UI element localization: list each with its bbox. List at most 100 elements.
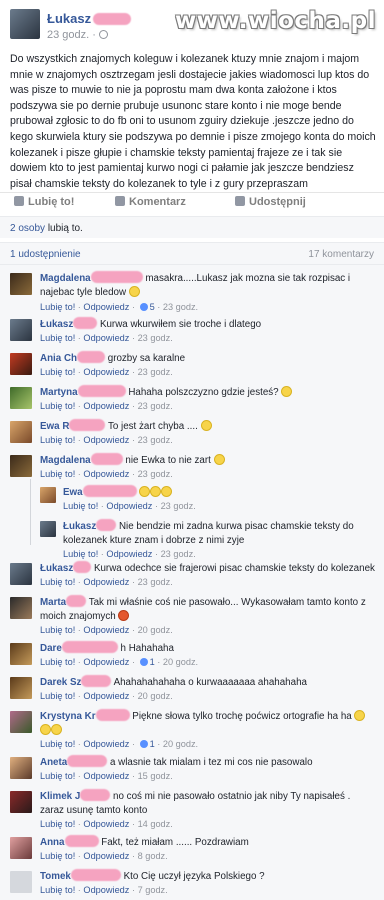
- comment-reply-link[interactable]: Odpowiedz: [83, 302, 129, 312]
- comment-time[interactable]: 23 godz.: [138, 469, 173, 479]
- comment-author[interactable]: Klimek J: [40, 791, 80, 802]
- comment-like-link[interactable]: Lubię to!: [40, 333, 75, 343]
- comment-author[interactable]: Łukasz: [40, 563, 73, 574]
- comment-author[interactable]: Aneta: [40, 757, 67, 768]
- comment-likes[interactable]: 5: [150, 302, 155, 312]
- comment-reply-link[interactable]: Odpowiedz: [83, 739, 129, 749]
- comment-author[interactable]: Dare: [40, 643, 62, 654]
- comment-time[interactable]: 15 godz.: [138, 771, 173, 781]
- avatar[interactable]: [10, 643, 32, 665]
- comment-like-link[interactable]: Lubię to!: [40, 401, 75, 411]
- comment-time[interactable]: 20 godz.: [163, 739, 198, 749]
- comment-like-link[interactable]: Lubię to!: [63, 501, 98, 511]
- avatar[interactable]: [10, 273, 32, 295]
- comment-time[interactable]: 8 godz.: [138, 851, 168, 861]
- comment-author[interactable]: Krystyna Kr: [40, 711, 96, 722]
- comment-reply-link[interactable]: Odpowiedz: [106, 501, 152, 511]
- shares-count[interactable]: 1 udostępnienie: [10, 249, 81, 260]
- comment-time[interactable]: 20 godz.: [163, 657, 198, 667]
- comments-count[interactable]: 17 komentarzy: [308, 249, 374, 260]
- likes-count[interactable]: 2 osoby: [10, 223, 45, 234]
- avatar[interactable]: [10, 711, 32, 733]
- post-author[interactable]: Łukasz: [47, 11, 132, 26]
- comment-reply-link[interactable]: Odpowiedz: [83, 469, 129, 479]
- comment-meta: Lubię to! · Odpowiedz · 23 godz.: [40, 333, 173, 343]
- comment-author[interactable]: Ania Ch: [40, 353, 77, 364]
- comment-reply-link[interactable]: Odpowiedz: [83, 577, 129, 587]
- comment-author[interactable]: Tomek: [40, 871, 71, 882]
- comment-reply-link[interactable]: Odpowiedz: [83, 691, 129, 701]
- comment-reply-link[interactable]: Odpowiedz: [83, 657, 129, 667]
- comment-like-link[interactable]: Lubię to!: [40, 691, 75, 701]
- comment-time[interactable]: 23 godz.: [138, 367, 173, 377]
- comment-time[interactable]: 23 godz.: [138, 333, 173, 343]
- comment-like-link[interactable]: Lubię to!: [40, 435, 75, 445]
- comment-time[interactable]: 20 godz.: [138, 691, 173, 701]
- avatar[interactable]: [10, 455, 32, 477]
- avatar[interactable]: [10, 837, 32, 859]
- comment-reply-link[interactable]: Odpowiedz: [83, 625, 129, 635]
- comment-reply-link[interactable]: Odpowiedz: [83, 885, 129, 895]
- comment-reply-link[interactable]: Odpowiedz: [83, 819, 129, 829]
- avatar[interactable]: [10, 319, 32, 341]
- comment-reply-link[interactable]: Odpowiedz: [83, 851, 129, 861]
- comment-like-link[interactable]: Lubię to!: [40, 819, 75, 829]
- comment-time[interactable]: 23 godz.: [138, 577, 173, 587]
- comment-author[interactable]: Magdalena: [40, 455, 91, 466]
- comment-author[interactable]: Łukasz: [40, 319, 73, 330]
- avatar[interactable]: [10, 871, 32, 893]
- comment-like-link[interactable]: Lubię to!: [40, 657, 75, 667]
- comment-time[interactable]: 20 godz.: [138, 625, 173, 635]
- comment-like-link[interactable]: Lubię to!: [40, 771, 75, 781]
- avatar[interactable]: [10, 791, 32, 813]
- comment-time[interactable]: 23 godz.: [161, 549, 196, 559]
- comment-like-link[interactable]: Lubię to!: [40, 851, 75, 861]
- comment-time[interactable]: 23 godz.: [163, 302, 198, 312]
- avatar[interactable]: [10, 387, 32, 409]
- comment-author[interactable]: Marta: [40, 597, 66, 608]
- comment-time[interactable]: 23 godz.: [161, 501, 196, 511]
- comment-reply-link[interactable]: Odpowiedz: [83, 771, 129, 781]
- avatar[interactable]: [40, 487, 56, 503]
- comment-author[interactable]: Anna: [40, 837, 65, 848]
- comment-author[interactable]: Ewa: [63, 487, 83, 498]
- comment-reply-link[interactable]: Odpowiedz: [83, 435, 129, 445]
- comment-like-link[interactable]: Lubię to!: [40, 885, 75, 895]
- comment-time[interactable]: 7 godz.: [138, 885, 168, 895]
- comment-reply-link[interactable]: Odpowiedz: [83, 333, 129, 343]
- comment-author[interactable]: Ewa R: [40, 421, 69, 432]
- comment-author[interactable]: Darek Sz: [40, 677, 81, 688]
- comment-button[interactable]: Komentarz: [115, 196, 186, 208]
- comment-text: grozby sa karalne: [107, 353, 186, 364]
- comment-like-link[interactable]: Lubię to!: [40, 739, 75, 749]
- comment-author[interactable]: Martyna: [40, 387, 78, 398]
- comment-time[interactable]: 14 godz.: [138, 819, 173, 829]
- comment-author[interactable]: Łukasz: [63, 521, 96, 532]
- share-button[interactable]: Udostępnij: [235, 196, 306, 208]
- comment-reply-link[interactable]: Odpowiedz: [83, 401, 129, 411]
- avatar[interactable]: [10, 421, 32, 443]
- comment-icon: [115, 196, 125, 206]
- comment-time[interactable]: 23 godz.: [138, 435, 173, 445]
- comment-author[interactable]: Magdalena: [40, 273, 91, 284]
- comment-reply-link[interactable]: Odpowiedz: [106, 549, 152, 559]
- comment-like-link[interactable]: Lubię to!: [40, 577, 75, 587]
- avatar[interactable]: [10, 563, 32, 585]
- comment-reply-link[interactable]: Odpowiedz: [83, 367, 129, 377]
- avatar[interactable]: [10, 677, 32, 699]
- author-avatar[interactable]: [10, 9, 40, 39]
- comment-like-link[interactable]: Lubię to!: [40, 469, 75, 479]
- avatar[interactable]: [40, 521, 56, 537]
- avatar[interactable]: [10, 353, 32, 375]
- comment-time[interactable]: 23 godz.: [138, 401, 173, 411]
- like-button[interactable]: Lubię to!: [14, 196, 74, 208]
- comment-like-link[interactable]: Lubię to!: [40, 625, 75, 635]
- avatar[interactable]: [10, 597, 32, 619]
- post-time[interactable]: 23 godz. ·: [47, 29, 108, 41]
- comment-like-link[interactable]: Lubię to!: [40, 367, 75, 377]
- comment-like-link[interactable]: Lubię to!: [40, 302, 75, 312]
- comment-like-link[interactable]: Lubię to!: [63, 549, 98, 559]
- avatar[interactable]: [10, 757, 32, 779]
- comment-likes[interactable]: 1: [150, 657, 155, 667]
- comment-likes[interactable]: 1: [150, 739, 155, 749]
